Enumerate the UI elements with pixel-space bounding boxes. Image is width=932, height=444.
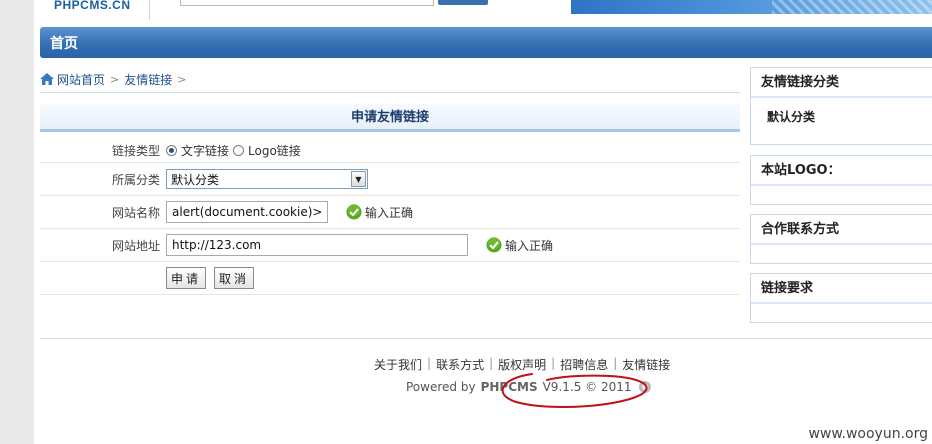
row-category: 所属分类 默认分类 ▼: [40, 163, 740, 196]
breadcrumb-home[interactable]: 网站首页: [57, 71, 105, 88]
breadcrumb-separator: >: [110, 72, 120, 86]
header-banner[interactable]: [571, 0, 932, 14]
radio-text-link[interactable]: [166, 144, 177, 156]
radio-logo-link-label[interactable]: Logo链接: [248, 142, 301, 159]
home-icon: [40, 73, 54, 85]
sidebar-box-title: 合作联系方式: [751, 215, 932, 245]
sidebar-box-link-category: 友情链接分类 默认分类: [750, 67, 932, 145]
submit-button[interactable]: 申请: [166, 267, 207, 289]
breadcrumb: 网站首页 > 友情链接 >: [40, 70, 191, 88]
site-logo[interactable]: PHPCMS.CN: [54, 0, 131, 12]
footer-separator: |: [427, 356, 432, 370]
category-select[interactable]: 默认分类 ▼: [166, 169, 368, 189]
row-link-type: 链接类型 文字链接 Logo链接: [40, 138, 740, 163]
row-actions: 申请 取消: [40, 262, 740, 295]
main-navbar: 首页: [40, 27, 932, 58]
site-name-validation: 输入正确: [346, 204, 413, 221]
check-circle-icon: [486, 237, 502, 253]
sidebar-box-title: 友情链接分类: [751, 68, 932, 98]
site-url-validation: 输入正确: [486, 237, 553, 254]
page: PHPCMS.CN 首页 网站首页 > 友情链接 > 申请友情链接 链接类型 文…: [34, 0, 932, 444]
footer-link-contact[interactable]: 联系方式: [436, 356, 484, 373]
category-selected-value: 默认分类: [171, 172, 220, 187]
site-url-input[interactable]: http://123.com: [166, 234, 468, 256]
logo-divider: [149, 0, 150, 20]
watermark: www.wooyun.org: [808, 426, 928, 442]
site-name-input[interactable]: alert(document.cookie)>: [166, 201, 328, 223]
sidebar-box-title: 链接要求: [751, 274, 932, 304]
check-circle-icon: [346, 204, 362, 220]
sidebar-box-logo: 本站LOGO：: [750, 155, 932, 205]
site-url-label: 网站地址: [111, 238, 160, 253]
row-site-name: 网站名称 alert(document.cookie)> 输入正确: [40, 196, 740, 229]
footer-divider: [40, 338, 932, 339]
breadcrumb-current[interactable]: 友情链接: [124, 71, 172, 88]
sidebar-category-default[interactable]: 默认分类: [751, 98, 932, 125]
nav-item-home[interactable]: 首页: [50, 33, 78, 53]
sidebar-box-contact: 合作联系方式: [750, 214, 932, 264]
powered-prefix: Powered by: [406, 380, 476, 394]
radio-text-link-label[interactable]: 文字链接: [181, 142, 229, 159]
radio-logo-link[interactable]: [233, 144, 245, 156]
row-site-url: 网站地址 http://123.com 输入正确: [40, 229, 740, 262]
search-button[interactable]: [438, 0, 488, 5]
category-label: 所属分类: [111, 172, 160, 187]
dropdown-arrow-icon[interactable]: ▼: [351, 171, 366, 187]
footer-link-about[interactable]: 关于我们: [374, 356, 422, 373]
breadcrumb-separator: >: [177, 72, 187, 86]
site-url-validation-text: 输入正确: [505, 238, 554, 253]
sidebar-box-requirements: 链接要求: [750, 273, 932, 323]
red-ink-annotation: [501, 373, 648, 409]
link-type-label: 链接类型: [111, 143, 160, 158]
site-name-validation-text: 输入正确: [365, 205, 414, 220]
cancel-button[interactable]: 取消: [214, 267, 255, 289]
breadcrumb-divider: [40, 92, 740, 93]
top-header: PHPCMS.CN: [34, 0, 932, 22]
form-title: 申请友情链接: [40, 104, 740, 132]
site-name-label: 网站名称: [111, 205, 160, 220]
sidebar-box-title: 本站LOGO：: [751, 156, 932, 186]
search-input[interactable]: [180, 0, 434, 6]
banner-pattern: [772, 0, 932, 14]
